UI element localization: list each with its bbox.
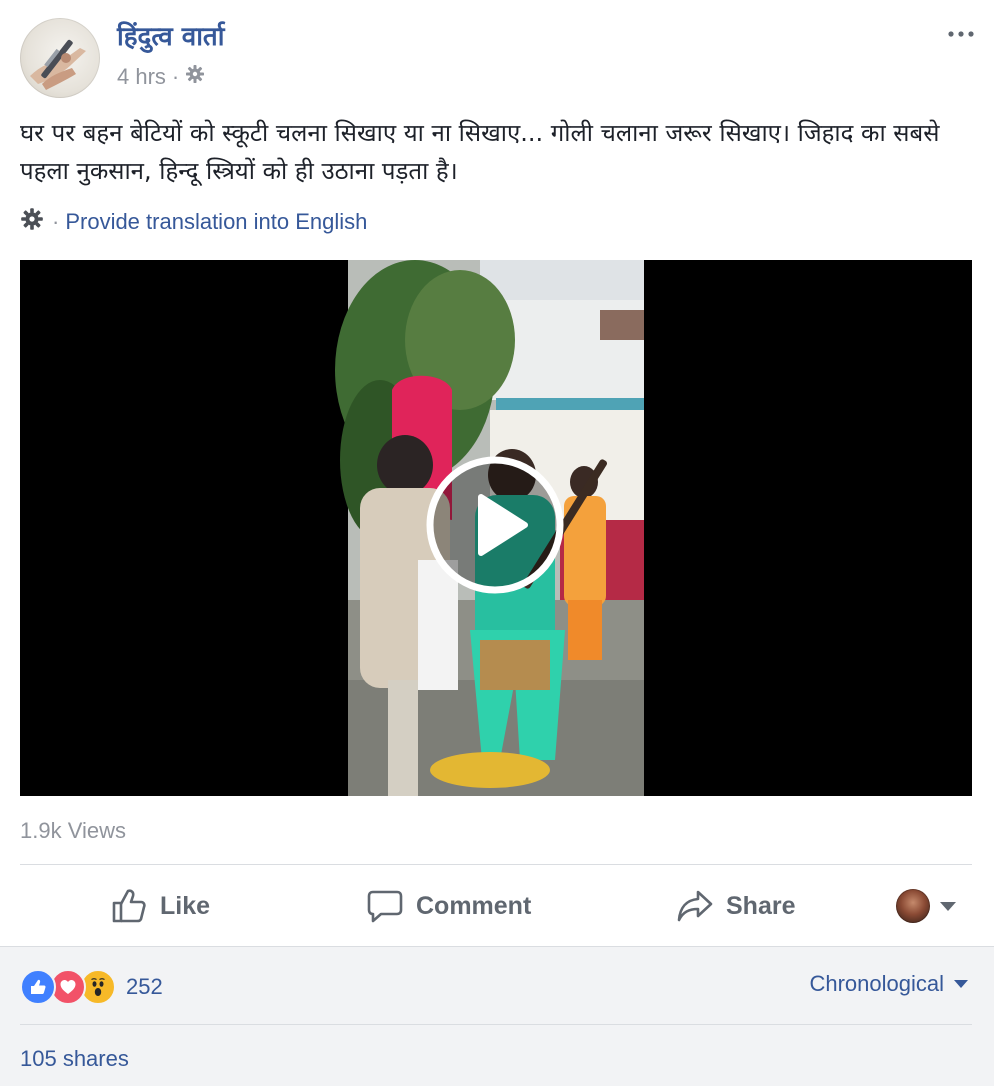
sort-label: Chronological xyxy=(809,971,944,996)
comment-button[interactable]: Comment xyxy=(366,866,531,946)
provide-translation-link[interactable]: Provide translation into English xyxy=(65,209,367,235)
translate-row: · Provide translation into English xyxy=(20,206,367,238)
post-as-selector[interactable] xyxy=(896,866,956,946)
comment-sort-dropdown[interactable]: Chronological xyxy=(809,969,968,999)
share-label: Share xyxy=(726,891,796,920)
comment-label: Comment xyxy=(416,891,532,920)
speech-bubble-icon xyxy=(366,887,404,925)
meta-separator: · xyxy=(171,64,180,89)
page-avatar[interactable] xyxy=(20,18,100,98)
reaction-count: 252 xyxy=(126,974,163,999)
chevron-down-icon xyxy=(940,901,956,911)
avatar xyxy=(896,889,930,923)
thumbs-up-icon xyxy=(110,887,148,925)
hand-with-pen-image xyxy=(30,39,86,90)
facebook-post: हिंदुत्व वार्ता 4 hrs · घर पर बहन बेटियो… xyxy=(0,0,994,1086)
like-reaction-icon xyxy=(20,969,56,1005)
reactions-summary[interactable]: 252 xyxy=(20,969,163,1005)
divider xyxy=(20,864,972,865)
divider xyxy=(20,1024,972,1025)
action-bar: Like Comment Share xyxy=(0,866,994,946)
page-name-link[interactable]: हिंदुत्व वार्ता xyxy=(117,20,225,54)
play-icon[interactable] xyxy=(425,455,565,595)
ellipsis-icon[interactable] xyxy=(946,22,976,46)
chevron-down-icon xyxy=(954,980,968,988)
share-arrow-icon xyxy=(676,887,714,925)
view-count: 1.9k Views xyxy=(20,818,126,843)
shares-count-link[interactable]: 105 shares xyxy=(20,1044,129,1074)
gear-icon xyxy=(20,207,44,237)
share-button[interactable]: Share xyxy=(676,866,795,946)
like-label: Like xyxy=(160,891,211,920)
post-timestamp[interactable]: 4 hrs xyxy=(117,62,166,92)
translate-separator: · xyxy=(52,209,60,234)
post-message: घर पर बहन बेटियों को स्कूटी चलना सिखाए य… xyxy=(20,119,940,185)
post-meta: 4 hrs · xyxy=(117,62,205,92)
post-footer: 252 Chronological 105 shares xyxy=(0,946,994,1086)
like-button[interactable]: Like xyxy=(110,866,210,946)
gear-icon[interactable] xyxy=(185,62,205,92)
